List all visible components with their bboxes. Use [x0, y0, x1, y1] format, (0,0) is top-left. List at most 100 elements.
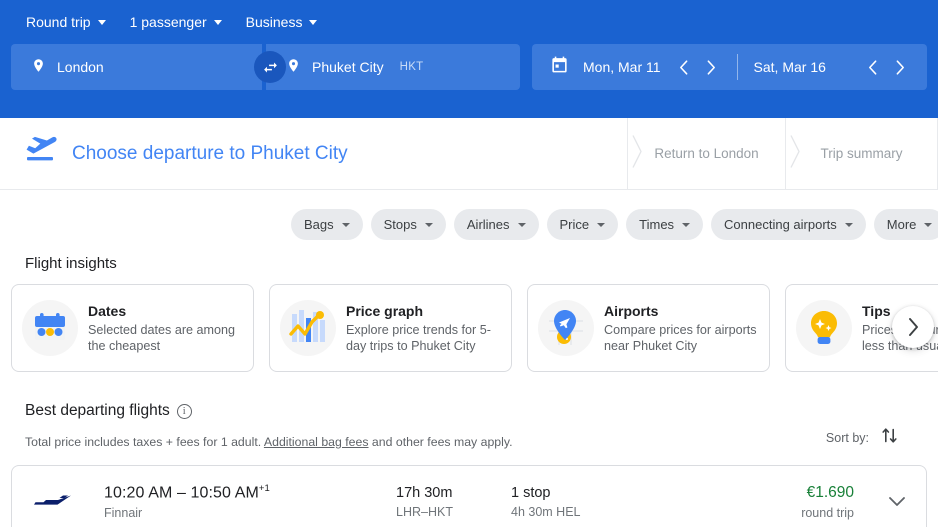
best-departing-subrow: Total price includes taxes + fees for 1 … — [0, 420, 938, 449]
insight-card-title: Airports — [604, 303, 758, 319]
departure-prev-day-button[interactable] — [671, 54, 697, 80]
airport-pin-icon — [538, 300, 594, 356]
origin-input[interactable]: London — [11, 44, 262, 90]
return-prev-day-button[interactable] — [859, 54, 885, 80]
chevron-down-icon — [845, 223, 853, 227]
calendar-icon — [550, 55, 569, 79]
flight-times-value: 10:20 AM – 10:50 AM — [104, 484, 259, 501]
flight-price-note: round trip — [726, 506, 854, 520]
swap-origin-destination-button[interactable] — [254, 51, 286, 83]
insight-card-body: Airports Compare prices for airports nea… — [604, 303, 758, 354]
insight-card-body: Price graph Explore price trends for 5-d… — [346, 303, 500, 354]
search-fields-row: London Phuket City HKT — [11, 44, 927, 90]
insight-card-desc: Compare prices for airports near Phuket … — [604, 322, 758, 354]
origin-value: London — [57, 59, 104, 75]
location-pin-icon — [31, 56, 46, 78]
flight-insights-cards: Dates Selected dates are among the cheap… — [0, 284, 938, 372]
sort-control[interactable]: Sort by: — [826, 426, 898, 449]
flight-insights-title: Flight insights — [0, 244, 938, 272]
breadcrumb-step-return[interactable]: Return to London — [628, 118, 786, 189]
flight-takeoff-icon — [24, 136, 58, 171]
expand-flight-details-button[interactable] — [884, 497, 910, 507]
filter-chip-label: Stops — [384, 217, 417, 232]
dates-group: Mon, Mar 11 Sat, Mar 16 — [532, 44, 927, 90]
insight-card-title: Dates — [88, 303, 242, 319]
flight-stops-column: 1 stop 4h 30m HEL — [511, 485, 726, 519]
chevron-right-icon — [632, 134, 643, 173]
insight-card-dates[interactable]: Dates Selected dates are among the cheap… — [11, 284, 254, 372]
lightbulb-icon — [796, 300, 852, 356]
flight-route: LHR–HKT — [396, 505, 511, 519]
filter-chip-connecting-airports[interactable]: Connecting airports — [711, 209, 866, 240]
chevron-down-icon — [98, 20, 106, 25]
filter-chip-price[interactable]: Price — [547, 209, 619, 240]
chevron-down-icon — [924, 223, 932, 227]
destination-value: Phuket City — [312, 59, 384, 75]
return-next-day-button[interactable] — [887, 54, 913, 80]
trip-type-label: Round trip — [26, 14, 91, 30]
chevron-right-icon — [908, 318, 919, 336]
filter-chip-more[interactable]: More — [874, 209, 938, 240]
filter-chip-airlines[interactable]: Airlines — [454, 209, 539, 240]
chevron-right-icon — [790, 134, 801, 173]
filter-chip-label: Connecting airports — [724, 217, 837, 232]
chevron-down-icon — [597, 223, 605, 227]
info-icon[interactable]: i — [177, 404, 192, 419]
search-options-row: Round trip 1 passenger Business — [0, 0, 938, 44]
date-divider — [737, 54, 738, 80]
chevron-down-icon — [425, 223, 433, 227]
filter-chip-label: More — [887, 217, 917, 232]
insight-card-desc: Selected dates are among the cheapest — [88, 322, 242, 354]
chevron-down-icon — [518, 223, 526, 227]
insight-card-desc: Explore price trends for 5-day trips to … — [346, 322, 500, 354]
flight-airline-name: Finnair — [104, 506, 396, 520]
insight-card-price-graph[interactable]: Price graph Explore price trends for 5-d… — [269, 284, 512, 372]
chevron-down-icon — [309, 20, 317, 25]
location-pin-icon — [286, 56, 301, 78]
departure-next-day-button[interactable] — [699, 54, 725, 80]
trip-type-selector[interactable]: Round trip — [14, 8, 118, 36]
additional-bag-fees-link[interactable]: Additional bag fees — [264, 435, 369, 449]
return-date-group: Sat, Mar 16 — [754, 44, 913, 90]
filter-chip-bags[interactable]: Bags — [291, 209, 363, 240]
flight-price: €1.690 — [726, 484, 854, 502]
filter-chip-label: Price — [560, 217, 590, 232]
insight-card-airports[interactable]: Airports Compare prices for airports nea… — [527, 284, 770, 372]
filter-chip-stops[interactable]: Stops — [371, 209, 446, 240]
filter-chip-label: Times — [639, 217, 674, 232]
flight-times-column: 10:20 AM – 10:50 AM+1 Finnair — [104, 483, 396, 520]
sort-by-label: Sort by: — [826, 431, 869, 445]
departure-date-nav — [671, 54, 725, 80]
chevron-down-icon — [342, 223, 350, 227]
breadcrumb-return-label: Return to London — [654, 146, 758, 161]
places-group: London Phuket City HKT — [11, 44, 520, 90]
departure-date-group: Mon, Mar 11 — [583, 44, 725, 90]
cabin-class-selector[interactable]: Business — [234, 8, 330, 36]
destination-code: HKT — [400, 61, 424, 73]
swap-arrows-icon — [262, 59, 279, 76]
best-departing-header: Best departing flights i — [0, 384, 938, 420]
best-departing-title: Best departing flights — [25, 402, 170, 420]
flight-insights-carousel: Dates Selected dates are among the cheap… — [0, 284, 938, 384]
flight-stops: 1 stop — [511, 485, 726, 501]
passengers-label: 1 passenger — [130, 14, 207, 30]
departure-date-value[interactable]: Mon, Mar 11 — [583, 59, 661, 75]
return-date-value[interactable]: Sat, Mar 16 — [754, 59, 826, 75]
filter-chip-times[interactable]: Times — [626, 209, 703, 240]
filter-chips-row: Bags Stops Airlines Price Times Connecti… — [0, 190, 938, 244]
breadcrumb-step-summary[interactable]: Trip summary — [786, 118, 938, 189]
breadcrumb: Choose departure to Phuket City Return t… — [0, 118, 938, 190]
filter-chip-label: Bags — [304, 217, 334, 232]
airline-logo — [32, 494, 104, 510]
passengers-selector[interactable]: 1 passenger — [118, 8, 234, 36]
breadcrumb-step-departure: Choose departure to Phuket City — [0, 118, 628, 189]
chevron-down-icon — [889, 497, 905, 507]
flight-duration: 17h 30m — [396, 485, 511, 501]
destination-input[interactable]: Phuket City HKT — [266, 44, 520, 90]
price-disclaimer: Total price includes taxes + fees for 1 … — [25, 435, 513, 449]
price-graph-icon — [280, 300, 336, 356]
breadcrumb-summary-label: Trip summary — [820, 146, 902, 161]
flight-result-row[interactable]: 10:20 AM – 10:50 AM+1 Finnair 17h 30m LH… — [11, 465, 927, 527]
sort-arrows-icon[interactable] — [881, 426, 898, 449]
insights-next-button[interactable] — [892, 306, 934, 348]
